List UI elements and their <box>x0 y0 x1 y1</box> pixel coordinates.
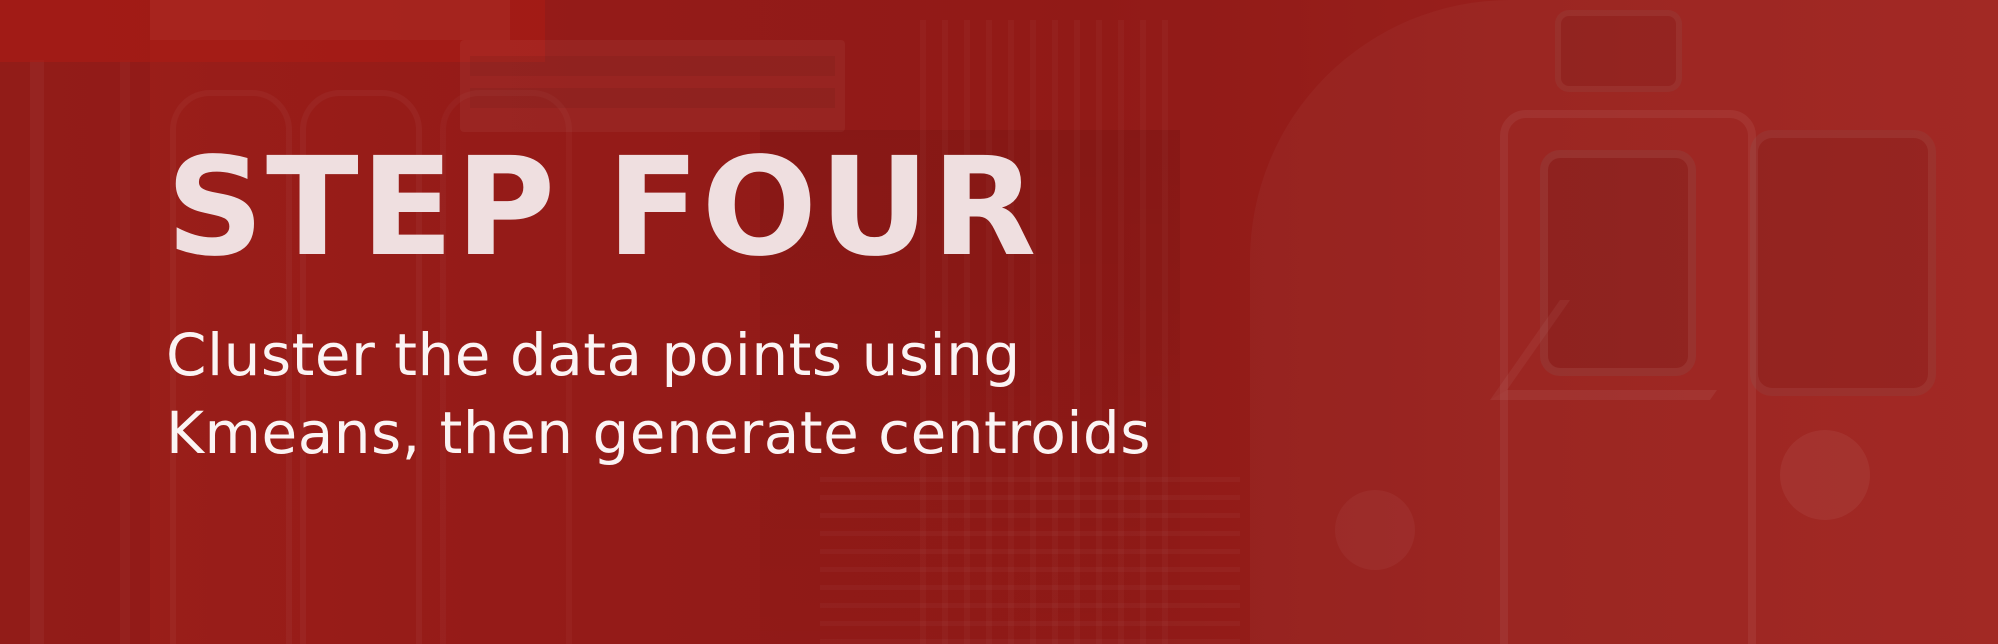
step-description-line-2: Kmeans, then generate centroids <box>166 399 1151 467</box>
step-banner: STEP FOUR Cluster the data points using … <box>0 0 1998 644</box>
step-description: Cluster the data points using Kmeans, th… <box>166 316 1958 472</box>
step-description-line-1: Cluster the data points using <box>166 321 1021 389</box>
step-title: STEP FOUR <box>166 129 1039 287</box>
banner-text: STEP FOUR Cluster the data points using … <box>166 140 1958 472</box>
